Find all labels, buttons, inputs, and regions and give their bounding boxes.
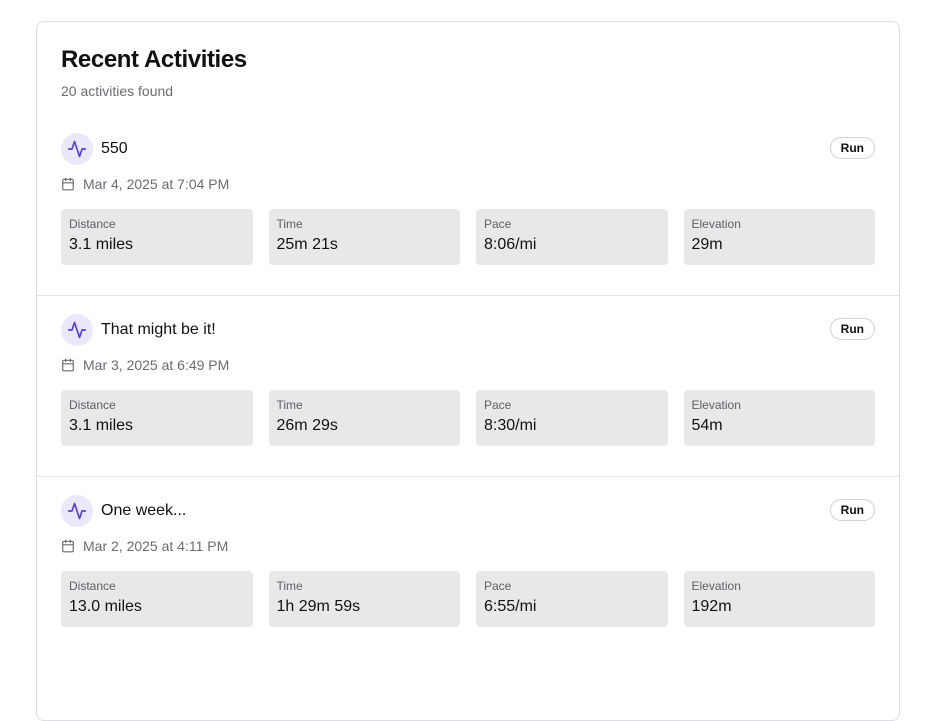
activity-list: 550 Run Mar 4, 2025 at 7:04 PM Distance … — [37, 115, 899, 658]
stat-pace: Pace 8:06/mi — [476, 209, 668, 265]
stat-elevation: Elevation 29m — [683, 209, 875, 265]
stat-distance: Distance 13.0 miles — [61, 571, 253, 627]
page-title: Recent Activities — [61, 46, 247, 73]
activity-type-badge: Run — [829, 318, 875, 340]
stat-value: 8:06/mi — [484, 236, 537, 253]
activities-card: Recent Activities 20 activities found 55… — [36, 21, 900, 721]
activity-date-row: Mar 2, 2025 at 4:11 PM — [61, 536, 875, 556]
activity-stats: Distance 3.1 miles Time 25m 21s Pace 8:0… — [61, 209, 875, 265]
stat-label: Distance — [69, 217, 116, 231]
stat-label: Elevation — [691, 398, 741, 412]
stat-label: Elevation — [691, 217, 741, 231]
stat-label: Time — [276, 217, 303, 231]
calendar-icon — [62, 358, 74, 372]
activity-title-row: 550 — [61, 133, 875, 165]
stat-label: Pace — [484, 398, 512, 412]
stat-value: 25m 21s — [276, 236, 338, 253]
stat-value: 13.0 miles — [69, 598, 142, 615]
stat-value: 3.1 miles — [69, 236, 134, 253]
stat-label: Pace — [484, 579, 512, 593]
activity-title-row: That might be it! — [61, 314, 875, 346]
stat-value: 192m — [691, 598, 732, 615]
stat-value: 1h 29m 59s — [276, 598, 361, 615]
activity-item[interactable]: One week... Run Mar 2, 2025 at 4:11 PM D… — [37, 477, 899, 658]
stat-time: Time 25m 21s — [268, 209, 460, 265]
stat-label: Time — [276, 398, 303, 412]
stat-value: 8:30/mi — [484, 417, 537, 434]
stat-time: Time 26m 29s — [268, 390, 460, 446]
activity-pulse-icon — [61, 133, 93, 165]
activity-type-badge: Run — [829, 499, 875, 521]
stat-value: 26m 29s — [276, 417, 338, 434]
activity-count: 20 activities found — [61, 83, 174, 99]
activity-pulse-icon — [61, 495, 93, 527]
stat-distance: Distance 3.1 miles — [61, 209, 253, 265]
activity-stats: Distance 13.0 miles Time 1h 29m 59s Pace… — [61, 571, 875, 627]
calendar-icon — [62, 539, 74, 553]
activity-title-row: One week... — [61, 495, 875, 527]
stat-label: Distance — [69, 579, 116, 593]
stat-label: Distance — [69, 398, 116, 412]
activity-stats: Distance 3.1 miles Time 26m 29s Pace 8:3… — [61, 390, 875, 446]
activity-date-row: Mar 4, 2025 at 7:04 PM — [61, 174, 875, 194]
stat-value: 3.1 miles — [69, 417, 134, 434]
activity-item[interactable]: 550 Run Mar 4, 2025 at 7:04 PM Distance … — [37, 115, 899, 296]
stat-value: 54m — [691, 417, 723, 434]
stat-elevation: Elevation 192m — [683, 571, 875, 627]
activity-name[interactable]: One week... — [101, 501, 186, 521]
stat-distance: Distance 3.1 miles — [61, 390, 253, 446]
stat-time: Time 1h 29m 59s — [268, 571, 460, 627]
activity-name[interactable]: That might be it! — [101, 320, 216, 340]
stat-pace: Pace 8:30/mi — [476, 390, 668, 446]
activity-date: Mar 3, 2025 at 6:49 PM — [83, 357, 230, 373]
activity-item[interactable]: That might be it! Run Mar 3, 2025 at 6:4… — [37, 296, 899, 477]
stat-elevation: Elevation 54m — [683, 390, 875, 446]
stat-value: 29m — [691, 236, 723, 253]
stat-value: 6:55/mi — [484, 598, 537, 615]
card-header: Recent Activities 20 activities found — [37, 22, 899, 115]
stat-pace: Pace 6:55/mi — [476, 571, 668, 627]
activity-pulse-icon — [61, 314, 93, 346]
calendar-icon — [62, 177, 74, 191]
stat-label: Elevation — [691, 579, 741, 593]
activity-date: Mar 4, 2025 at 7:04 PM — [83, 176, 230, 192]
activity-name[interactable]: 550 — [101, 139, 128, 159]
stat-label: Pace — [484, 217, 512, 231]
activity-type-badge: Run — [829, 137, 875, 159]
activity-date: Mar 2, 2025 at 4:11 PM — [83, 538, 229, 554]
activity-date-row: Mar 3, 2025 at 6:49 PM — [61, 355, 875, 375]
stat-label: Time — [276, 579, 303, 593]
